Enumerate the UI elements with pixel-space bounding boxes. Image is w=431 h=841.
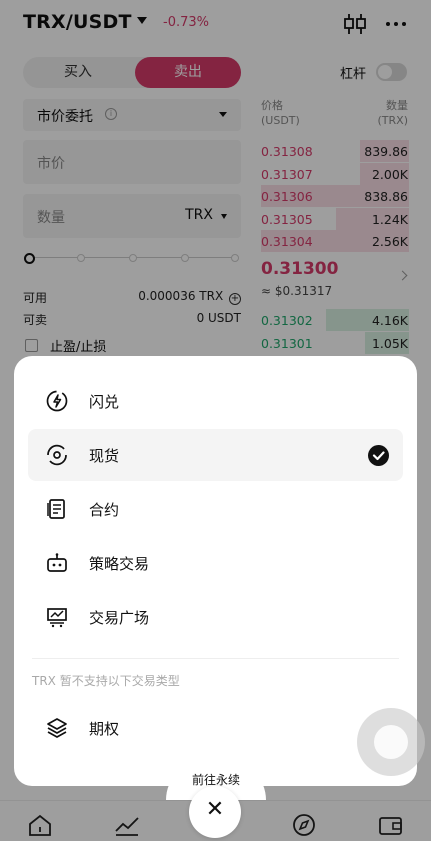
trade-type-label: 策略交易 <box>89 555 150 573</box>
trade-type-label: 闪兑 <box>89 393 120 411</box>
trade-type-item[interactable]: 策略交易 <box>28 537 403 589</box>
sheet-divider <box>32 658 399 659</box>
trade-type-item[interactable]: 交易广场 <box>28 591 403 643</box>
flash-icon <box>46 390 68 412</box>
check-icon <box>368 445 389 466</box>
trade-type-item[interactable]: 期权 <box>28 702 403 754</box>
layers-icon <box>47 718 67 738</box>
assistive-touch-button[interactable] <box>357 708 425 776</box>
contract-icon <box>47 499 65 519</box>
trade-type-item[interactable]: 合约 <box>28 483 403 535</box>
close-icon: ✕ <box>205 797 225 822</box>
trade-type-label: 交易广场 <box>89 609 150 627</box>
trade-type-label: 期权 <box>89 720 120 738</box>
spot-icon <box>47 444 67 466</box>
close-button[interactable]: ✕ <box>189 786 241 838</box>
trade-type-item[interactable]: 现货 <box>28 429 403 481</box>
market-icon <box>47 608 67 628</box>
trade-type-label: 合约 <box>89 501 120 519</box>
trade-type-sheet: 闪兑现货合约策略交易交易广场 TRX 暂不支持以下交易类型 期权 <box>14 356 417 786</box>
bot-icon <box>47 553 67 572</box>
unsupported-notice: TRX 暂不支持以下交易类型 <box>32 674 180 688</box>
trade-type-label: 现货 <box>89 447 120 465</box>
trade-type-item[interactable]: 闪兑 <box>28 375 403 427</box>
